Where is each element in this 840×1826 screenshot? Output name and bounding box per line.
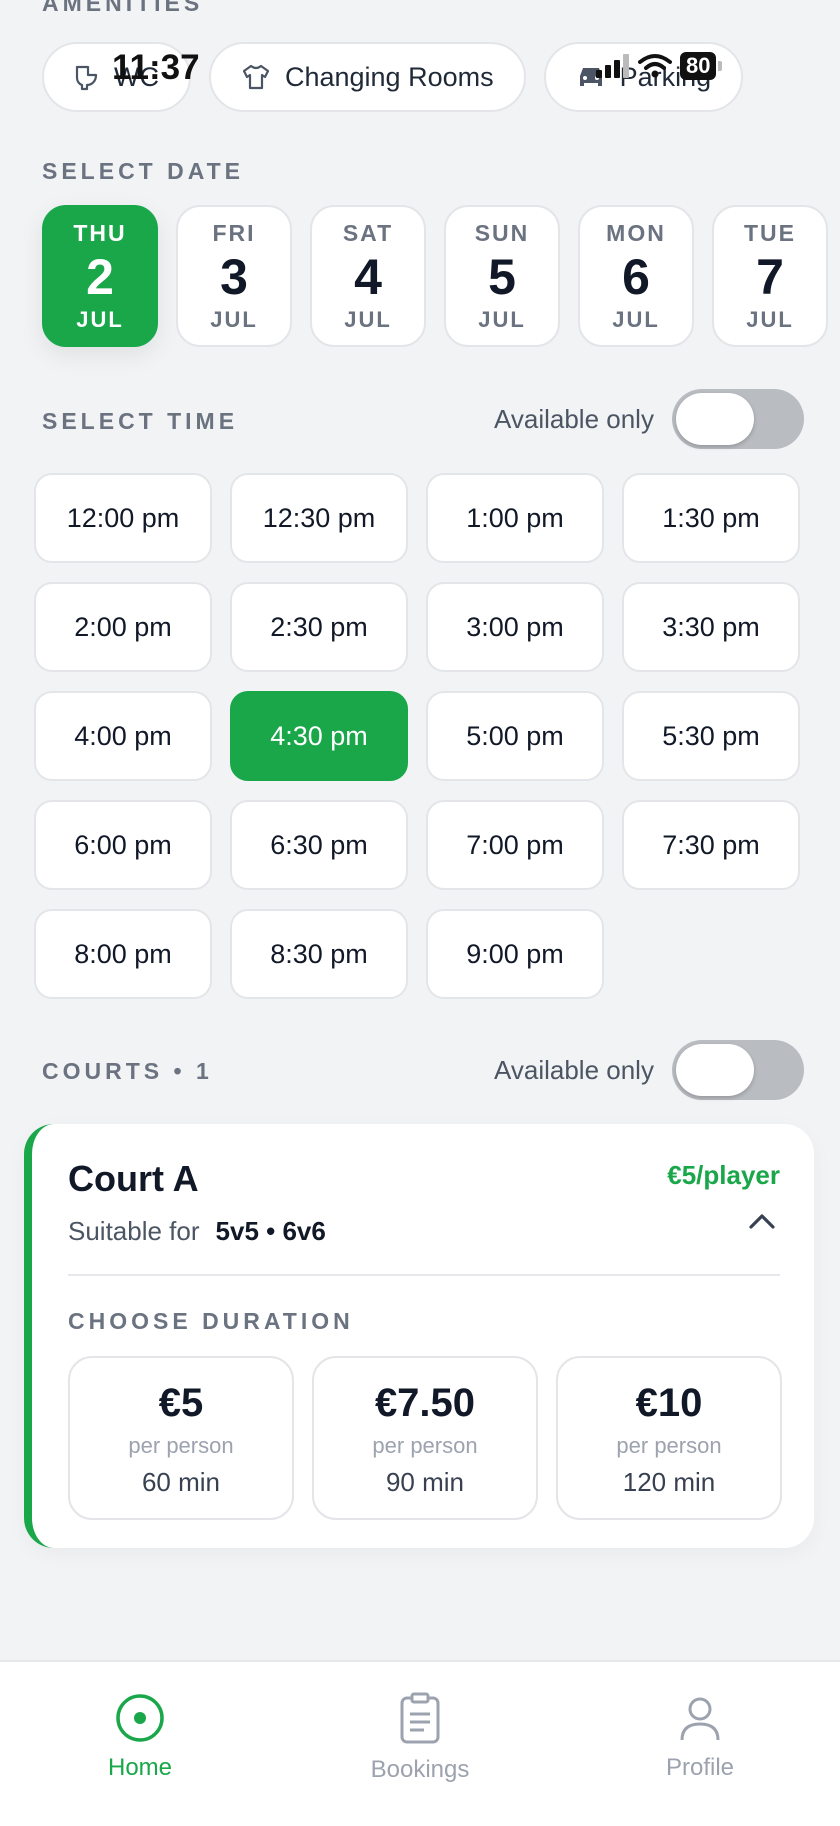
court-name: Court A — [68, 1158, 199, 1199]
duration-option-90[interactable]: €7.50 per person 90 min — [312, 1356, 538, 1520]
available-only-label: Available only — [494, 1054, 654, 1085]
nav-label: Bookings — [370, 1756, 470, 1783]
time-slot[interactable]: 5:30 pm — [622, 691, 800, 781]
date-picker: THU 2 JUL FRI 3 JUL SAT 4 JUL SUN 5 JUL … — [42, 205, 828, 347]
suitable-for-label: Suitable for — [68, 1216, 200, 1246]
home-icon — [116, 1694, 164, 1742]
shirt-icon — [241, 64, 271, 90]
time-slot[interactable]: 2:30 pm — [230, 582, 408, 672]
date-day-number: 7 — [756, 248, 784, 305]
select-date-heading: SELECT DATE — [42, 158, 245, 184]
date-weekday: SUN — [474, 219, 530, 246]
toggle-knob — [675, 1044, 754, 1096]
signal-icon — [596, 54, 629, 78]
amenity-changing-rooms: Changing Rooms — [208, 42, 526, 112]
date-month: JUL — [210, 306, 258, 332]
date-option-sat-4[interactable]: SAT 4 JUL — [310, 205, 426, 347]
toggle-knob — [675, 393, 754, 445]
duration-per-person: per person — [372, 1432, 478, 1458]
nav-profile[interactable]: Profile — [560, 1662, 840, 1826]
date-month: JUL — [612, 306, 660, 332]
bottom-nav: Home Bookings Profile — [0, 1660, 840, 1826]
time-slot-grid: 12:00 pm 12:30 pm 1:00 pm 1:30 pm 2:00 p… — [34, 473, 800, 999]
duration-minutes: 60 min — [141, 1466, 221, 1497]
date-option-fri-3[interactable]: FRI 3 JUL — [176, 205, 292, 347]
amenities-heading: AMENITIES — [42, 0, 204, 16]
booking-screen: 11:37 80 AMENITIES WC Changing Rooms Par… — [0, 0, 840, 1826]
date-month: JUL — [478, 306, 526, 332]
duration-minutes: 90 min — [385, 1466, 465, 1497]
select-time-heading: SELECT TIME — [42, 408, 239, 434]
date-weekday: MON — [606, 219, 666, 246]
date-day-number: 6 — [622, 248, 650, 305]
date-weekday: THU — [73, 219, 127, 246]
time-slot[interactable]: 6:00 pm — [34, 800, 212, 890]
courts-available-only-toggle[interactable] — [671, 1040, 804, 1100]
court-card[interactable]: Court A €5/player Suitable for 5v5 • 6v6… — [24, 1124, 814, 1548]
date-weekday: FRI — [212, 219, 256, 246]
date-month: JUL — [746, 306, 794, 332]
duration-price: €7.50 — [374, 1380, 476, 1425]
date-day-number: 2 — [86, 248, 114, 305]
duration-option-60[interactable]: €5 per person 60 min — [68, 1356, 294, 1520]
profile-icon — [680, 1697, 720, 1741]
nav-label: Home — [107, 1754, 173, 1781]
time-slot[interactable]: 1:00 pm — [426, 473, 604, 563]
duration-per-person: per person — [128, 1432, 234, 1458]
time-slot[interactable]: 12:00 pm — [34, 473, 212, 563]
date-weekday: TUE — [744, 219, 796, 246]
time-slot[interactable]: 3:30 pm — [622, 582, 800, 672]
date-day-number: 4 — [354, 248, 382, 305]
suitable-for-value: 5v5 • 6v6 — [215, 1216, 326, 1246]
nav-bookings[interactable]: Bookings — [280, 1662, 560, 1826]
time-slot-selected[interactable]: 4:30 pm — [230, 691, 408, 781]
courts-heading: COURTS • 1 — [42, 1058, 213, 1084]
time-available-only: Available only — [494, 389, 804, 449]
time-slot[interactable]: 3:00 pm — [426, 582, 604, 672]
time-slot[interactable]: 6:30 pm — [230, 800, 408, 890]
toilet-icon — [74, 63, 100, 91]
time-slot[interactable]: 4:00 pm — [34, 691, 212, 781]
date-day-number: 3 — [220, 248, 248, 305]
duration-per-person: per person — [616, 1432, 722, 1458]
time-available-only-toggle[interactable] — [671, 389, 804, 449]
amenity-label: Changing Rooms — [284, 61, 494, 92]
battery-indicator: 80 — [680, 52, 724, 80]
divider — [68, 1274, 780, 1276]
duration-minutes: 120 min — [622, 1466, 716, 1497]
date-day-number: 5 — [488, 248, 516, 305]
nav-label: Profile — [665, 1754, 735, 1781]
duration-price: €5 — [158, 1380, 204, 1425]
chevron-up-icon[interactable] — [748, 1212, 776, 1235]
court-suitability: Suitable for 5v5 • 6v6 — [68, 1216, 326, 1247]
date-option-thu-2[interactable]: THU 2 JUL — [42, 205, 158, 347]
duration-price: €10 — [635, 1380, 703, 1425]
nav-home[interactable]: Home — [0, 1662, 280, 1826]
court-price: €5/player — [667, 1160, 780, 1190]
duration-option-120[interactable]: €10 per person 120 min — [556, 1356, 782, 1520]
choose-duration-heading: CHOOSE DURATION — [68, 1308, 354, 1334]
time-slot[interactable]: 7:00 pm — [426, 800, 604, 890]
date-option-mon-6[interactable]: MON 6 JUL — [578, 205, 694, 347]
date-month: JUL — [76, 306, 124, 332]
duration-options: €5 per person 60 min €7.50 per person 90… — [68, 1356, 782, 1520]
status-time: 11:37 — [112, 48, 200, 87]
date-option-sun-5[interactable]: SUN 5 JUL — [444, 205, 560, 347]
time-slot[interactable]: 5:00 pm — [426, 691, 604, 781]
date-month: JUL — [344, 306, 392, 332]
time-slot[interactable]: 9:00 pm — [426, 909, 604, 999]
time-slot[interactable]: 7:30 pm — [622, 800, 800, 890]
wifi-icon — [638, 54, 672, 78]
time-slot[interactable]: 2:00 pm — [34, 582, 212, 672]
time-slot[interactable]: 1:30 pm — [622, 473, 800, 563]
date-option-tue-7[interactable]: TUE 7 JUL — [712, 205, 828, 347]
date-weekday: SAT — [342, 219, 394, 246]
time-slot[interactable]: 8:30 pm — [230, 909, 408, 999]
clipboard-icon — [400, 1692, 440, 1744]
courts-available-only: Available only — [494, 1040, 804, 1100]
time-slot[interactable]: 8:00 pm — [34, 909, 212, 999]
time-slot[interactable]: 12:30 pm — [230, 473, 408, 563]
status-icons: 80 — [596, 52, 724, 80]
available-only-label: Available only — [494, 403, 654, 434]
